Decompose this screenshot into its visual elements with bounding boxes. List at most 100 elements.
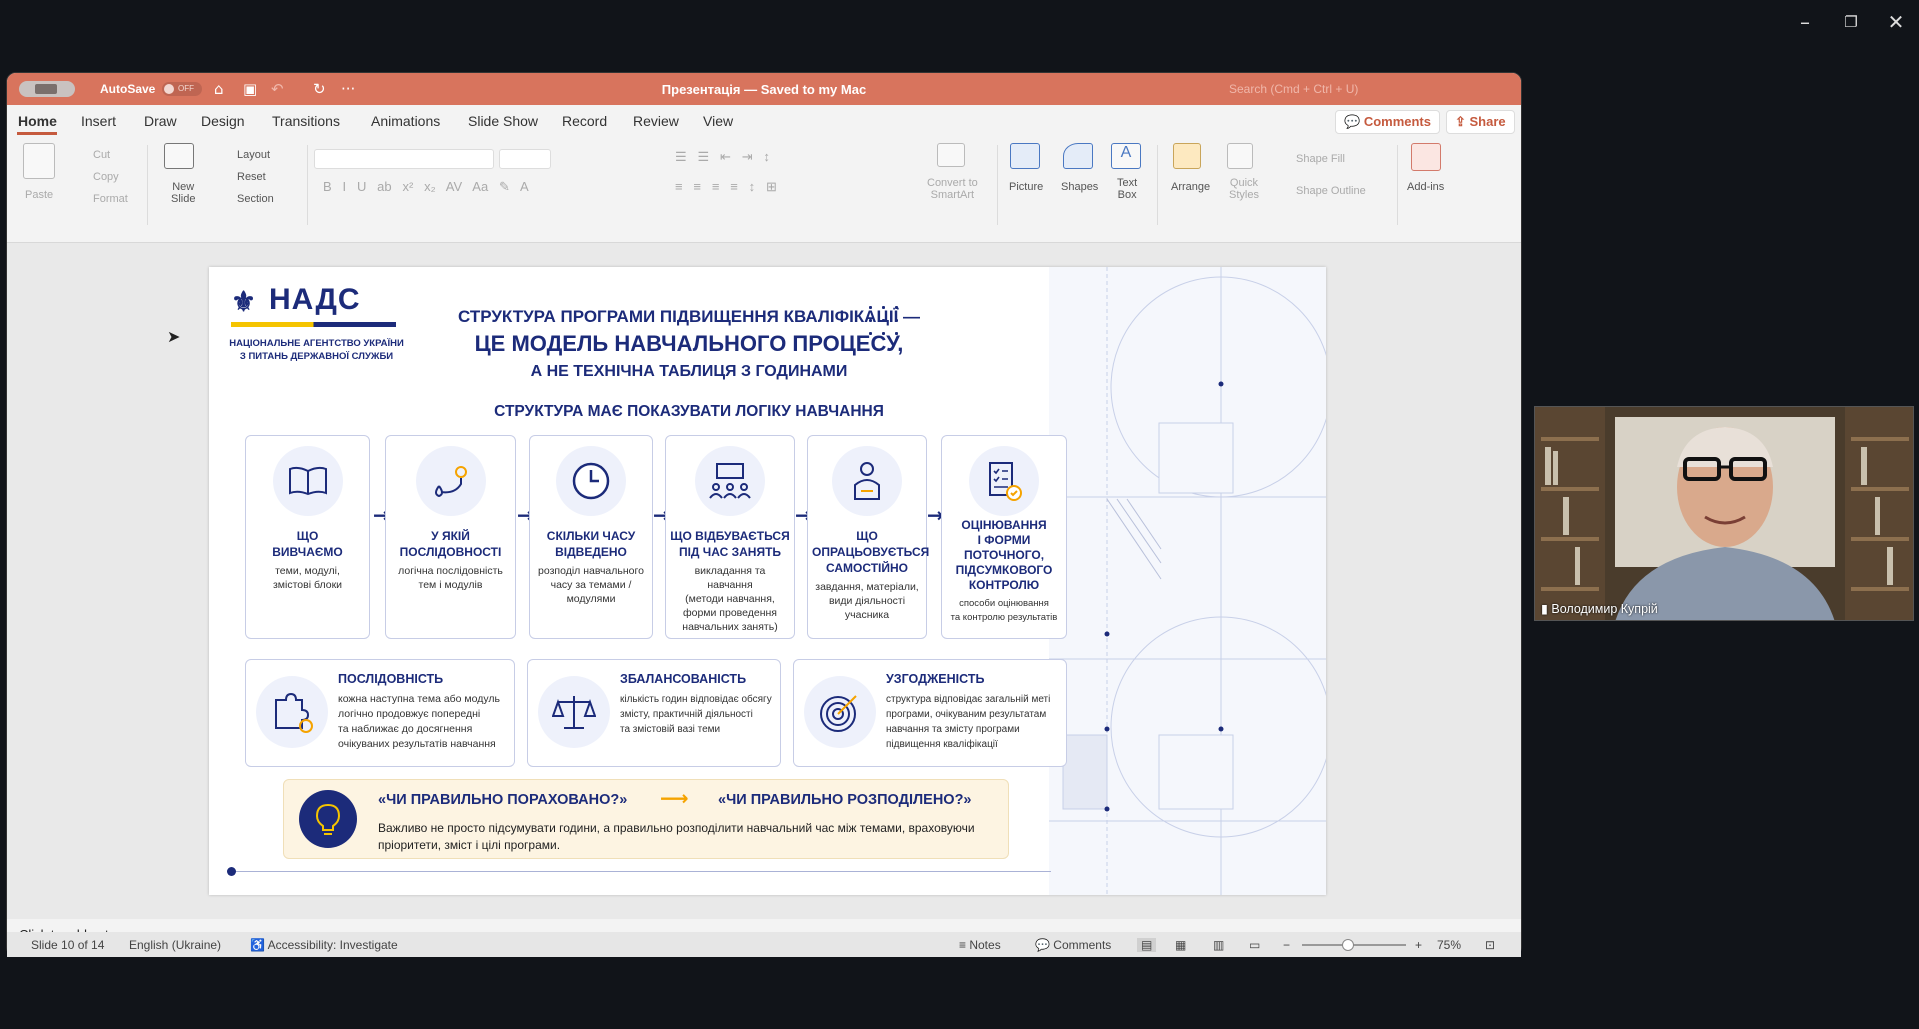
paste-button[interactable]: Paste (25, 189, 53, 201)
paste-icon[interactable] (23, 143, 55, 179)
paragraph-buttons[interactable]: ☰ ☰ ⇤ ⇥ ↕ (675, 149, 770, 165)
convert-smartart-button[interactable]: Convert to SmartArt (927, 177, 978, 201)
tab-transitions[interactable]: Transitions (272, 113, 340, 129)
divider (307, 145, 308, 225)
scales-icon (538, 676, 610, 748)
layout-button[interactable]: Layout (237, 149, 270, 161)
picture-icon[interactable] (1010, 143, 1040, 169)
logo-underline (231, 322, 396, 327)
checklist-icon (969, 446, 1039, 516)
lightbulb-icon (299, 790, 357, 848)
step-title: ЩО ОПРАЦЬОВУЄТЬСЯ САМОСТІЙНО (812, 529, 930, 575)
zoom-in-icon[interactable]: + (1415, 938, 1422, 952)
title-bar: AutoSave OFF ⌂ ▣ ↶ ↻ ··· Презентація — S… (7, 73, 1521, 105)
zoom-out-icon[interactable]: − (1283, 938, 1290, 952)
principle-title: ПОСЛІДОВНІСТЬ (338, 672, 444, 686)
restore-icon[interactable]: ❐ (1836, 13, 1866, 31)
step-description: теми, модулі, змістові блоки (272, 565, 343, 591)
callout-box: «ЧИ ПРАВИЛЬНО ПОРАХОВАНО?» ⟶ «ЧИ ПРАВИЛЬ… (283, 779, 1009, 859)
book-icon (272, 446, 343, 516)
tab-draw[interactable]: Draw (144, 113, 177, 129)
arrange-button[interactable]: Arrange (1171, 181, 1210, 193)
accessibility-button[interactable]: ♿ Accessibility: Investigate (250, 938, 398, 952)
picture-button[interactable]: Picture (1009, 181, 1043, 193)
font-size-select[interactable] (499, 149, 551, 169)
share-button[interactable]: ⇪ Share (1446, 110, 1515, 134)
step-title: ЩО ВИВЧАЄМО (272, 529, 343, 559)
arrange-icon[interactable] (1173, 143, 1201, 169)
signal-icon: ▮ (1541, 602, 1548, 616)
slideshow-icon[interactable]: ▭ (1249, 938, 1260, 952)
language-indicator[interactable]: English (Ukraine) (129, 938, 221, 952)
text-box-icon[interactable]: A (1111, 143, 1141, 169)
step-card: ЩО ОПРАЦЬОВУЄТЬСЯ САМОСТІЙНО завдання, м… (807, 435, 930, 639)
shapes-button[interactable]: Shapes (1061, 181, 1098, 193)
share-button-label: Share (1469, 114, 1506, 129)
step-card: СКІЛЬКИ ЧАСУ ВІДВЕДЕНО розподіл навчальн… (529, 435, 653, 639)
comments-status-button[interactable]: 💬 Comments (1035, 938, 1111, 952)
new-slide-icon[interactable] (164, 143, 194, 169)
notes-button[interactable]: ≡ Notes (959, 938, 1001, 952)
ribbon-tabs: Home Insert Draw Design Transitions Anim… (7, 105, 1521, 137)
comments-button[interactable]: 💬 Comments (1335, 110, 1440, 134)
format-painter-button[interactable]: Format (93, 193, 128, 205)
principle-card: ЗБАЛАНСОВАНІСТЬ кількість годин відповід… (527, 659, 781, 767)
step-card: ЩО ВИВЧАЄМО теми, модулі, змістові блоки (245, 435, 370, 639)
cut-button[interactable]: Cut (93, 149, 110, 161)
shape-outline-button[interactable]: Shape Outline (1296, 185, 1366, 197)
tab-home[interactable]: Home (18, 113, 57, 129)
quick-styles-icon[interactable] (1227, 143, 1253, 169)
add-ins-button[interactable]: Add-ins (1407, 181, 1444, 193)
tab-view[interactable]: View (703, 113, 733, 129)
trident-icon: ⚜ (231, 286, 257, 317)
step-description: викладання та навчання (методи навчання,… (682, 565, 778, 633)
shape-fill-button[interactable]: Shape Fill (1296, 153, 1345, 165)
timeline-dot (227, 867, 236, 876)
comments-status-label: Comments (1053, 938, 1112, 952)
minimize-icon[interactable]: – (1790, 10, 1820, 34)
timeline-line (231, 871, 1051, 872)
slide-editor[interactable]: ➤ ⚜ НАДС НАЦІОНАЛЬНЕ АГЕНТСТВО УКРАЇНИ З… (7, 243, 1521, 919)
zoom-slider-thumb[interactable] (1341, 939, 1354, 951)
search-input[interactable]: Search (Cmd + Ctrl + U) (1229, 82, 1358, 96)
text-format-buttons[interactable]: B I U ab x² x₂ AV Aa ✎ A (323, 179, 529, 195)
section-button[interactable]: Section (237, 193, 274, 205)
active-tab-indicator (17, 132, 57, 135)
step-description: логічна послідовність тем і модулів (398, 565, 503, 591)
align-buttons[interactable]: ≡ ≡ ≡ ≡ ↕ ⊞ (675, 179, 777, 195)
slide-sorter-icon[interactable]: ▦ (1175, 938, 1186, 952)
tab-design[interactable]: Design (201, 113, 245, 129)
smartart-icon[interactable] (937, 143, 965, 167)
shapes-icon[interactable] (1063, 143, 1093, 169)
text-box-button[interactable]: Text Box (1117, 177, 1137, 201)
tab-slide-show[interactable]: Slide Show (468, 113, 538, 129)
close-icon[interactable]: ✕ (1881, 10, 1911, 34)
copy-button[interactable]: Copy (93, 171, 119, 183)
tab-insert[interactable]: Insert (81, 113, 116, 129)
dot-grid (864, 301, 904, 345)
decorative-panel (1049, 267, 1326, 895)
ribbon-home: Paste Cut Copy Format New Slide Layout R… (7, 137, 1521, 243)
divider (1157, 145, 1158, 225)
principle-title: УЗГОДЖЕНІСТЬ (886, 672, 985, 686)
reset-button[interactable]: Reset (237, 171, 266, 183)
new-slide-button[interactable]: New Slide (171, 181, 195, 205)
reading-view-icon[interactable]: ▥ (1213, 938, 1224, 952)
tab-animations[interactable]: Animations (371, 113, 440, 129)
fit-to-window-icon[interactable]: ⊡ (1485, 938, 1495, 952)
webcam-tile: ▮ Володимир Купрій (1534, 406, 1914, 621)
zoom-slider[interactable] (1302, 939, 1406, 951)
principle-card: ПОСЛІДОВНІСТЬ кожна наступна тема або мо… (245, 659, 515, 767)
target-icon (804, 676, 876, 748)
powerpoint-window: AutoSave OFF ⌂ ▣ ↶ ↻ ··· Презентація — S… (6, 72, 1522, 957)
tab-record[interactable]: Record (562, 113, 607, 129)
logo: НАДС (269, 283, 361, 316)
tab-review[interactable]: Review (633, 113, 679, 129)
classroom-icon (695, 446, 765, 516)
zoom-level[interactable]: 75% (1437, 938, 1461, 952)
add-ins-icon[interactable] (1411, 143, 1441, 171)
normal-view-icon[interactable]: ▤ (1137, 938, 1157, 952)
font-name-select[interactable] (314, 149, 494, 169)
quick-styles-button[interactable]: Quick Styles (1229, 177, 1259, 201)
slide-canvas[interactable]: ⚜ НАДС НАЦІОНАЛЬНЕ АГЕНТСТВО УКРАЇНИ З П… (209, 267, 1326, 895)
